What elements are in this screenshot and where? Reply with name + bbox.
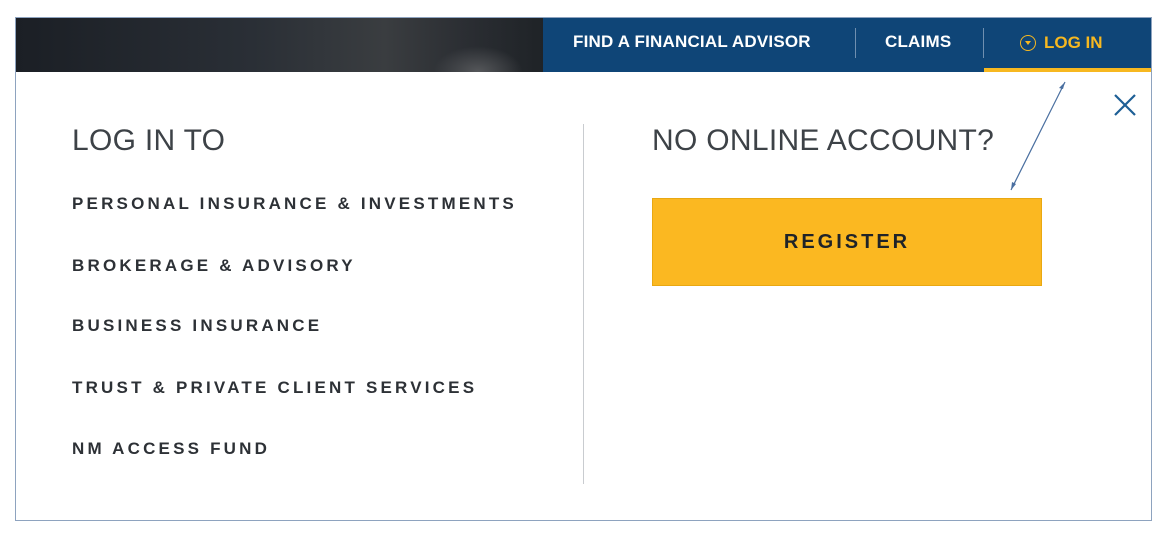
login-item-personal-insurance-investments[interactable]: PERSONAL INSURANCE & INVESTMENTS bbox=[72, 194, 517, 214]
login-nav-label: LOG IN bbox=[1044, 33, 1103, 52]
login-nav-button[interactable]: LOG IN bbox=[984, 18, 1151, 72]
login-to-section: LOG IN TO PERSONAL INSURANCE & INVESTMEN… bbox=[72, 124, 514, 458]
nav-divider bbox=[855, 28, 856, 58]
login-item-nm-access-fund[interactable]: NM ACCESS FUND bbox=[72, 439, 270, 459]
close-icon bbox=[1114, 94, 1136, 116]
login-item-business-insurance[interactable]: BUSINESS INSURANCE bbox=[72, 316, 322, 336]
chevron-circle-down-icon bbox=[1020, 35, 1036, 51]
column-divider bbox=[583, 124, 584, 484]
login-dropdown-window: FIND A FINANCIAL ADVISOR CLAIMS LOG IN L… bbox=[15, 17, 1152, 521]
login-item-brokerage-advisory[interactable]: BROKERAGE & ADVISORY bbox=[72, 256, 356, 276]
register-section: NO ONLINE ACCOUNT? bbox=[652, 124, 994, 158]
no-online-account-heading: NO ONLINE ACCOUNT? bbox=[652, 124, 995, 157]
login-to-heading: LOG IN TO bbox=[72, 124, 226, 157]
close-button[interactable] bbox=[1112, 92, 1138, 118]
register-button[interactable]: REGISTER bbox=[652, 198, 1042, 286]
utility-nav: FIND A FINANCIAL ADVISOR CLAIMS LOG IN bbox=[543, 18, 1151, 72]
find-financial-advisor-link[interactable]: FIND A FINANCIAL ADVISOR bbox=[573, 32, 811, 52]
login-item-trust-private-client-services[interactable]: TRUST & PRIVATE CLIENT SERVICES bbox=[72, 378, 477, 398]
register-button-label: REGISTER bbox=[783, 230, 911, 253]
claims-link[interactable]: CLAIMS bbox=[885, 32, 951, 52]
top-navigation-bar: FIND A FINANCIAL ADVISOR CLAIMS LOG IN bbox=[16, 18, 1151, 72]
hero-image-strip bbox=[16, 18, 543, 72]
